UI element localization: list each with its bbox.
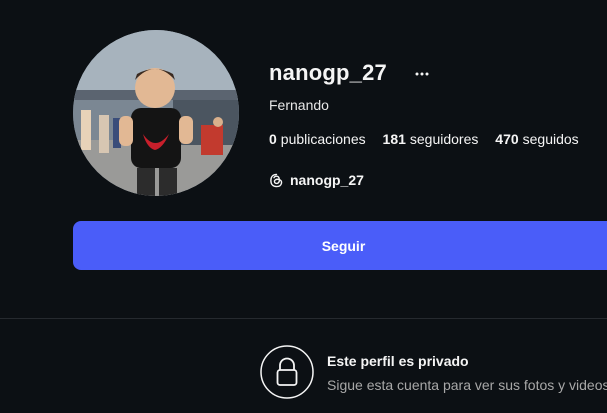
followers-stat[interactable]: 181 seguidores (383, 131, 479, 147)
threads-icon (270, 173, 283, 187)
following-stat[interactable]: 470 seguidos (495, 131, 578, 147)
ellipsis-icon[interactable] (414, 66, 430, 82)
threads-link[interactable]: nanogp_27 (269, 171, 364, 189)
followers-count: 181 (382, 131, 406, 147)
private-profile-subtitle: Sigue esta cuenta para ver sus fotos y v… (327, 377, 607, 393)
lock-icon (260, 345, 314, 399)
following-label: seguidos (522, 131, 579, 147)
profile-stats: 0 publicaciones 181 seguidores 470 seguidos (269, 131, 592, 147)
avatar-photo (73, 30, 239, 196)
posts-count: 0 (269, 131, 277, 147)
posts-stat: 0 publicaciones (269, 131, 366, 147)
profile-avatar[interactable] (73, 30, 239, 196)
profile-username: nanogp_27 (269, 60, 387, 85)
section-divider (0, 318, 607, 319)
followers-label: seguidores (409, 131, 479, 147)
follow-button[interactable]: Seguir (73, 221, 607, 270)
threads-handle: nanogp_27 (290, 172, 364, 188)
private-profile-title: Este perfil es privado (327, 353, 469, 369)
following-count: 470 (495, 131, 519, 147)
profile-full-name: Fernando (269, 97, 329, 113)
profile-page: nanogp_27 Fernando 0 publicaciones 181 seg… (0, 0, 607, 413)
posts-label: publicaciones (280, 131, 366, 147)
